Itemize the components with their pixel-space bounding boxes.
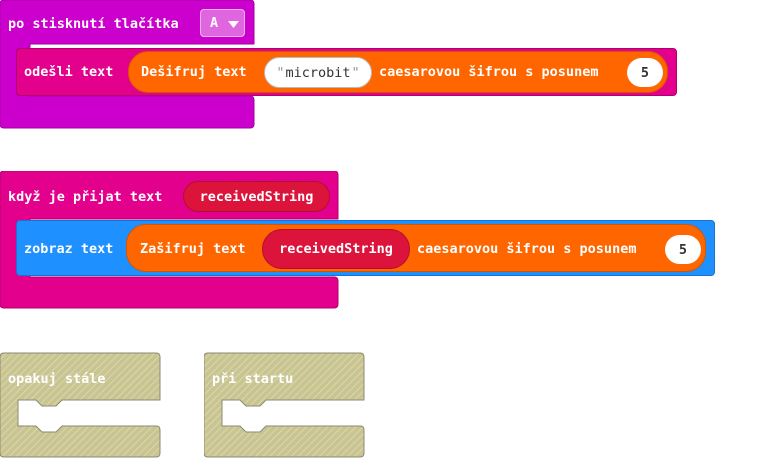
encrypt-label: Zašifruj text (140, 241, 246, 257)
received-string-variable[interactable]: receivedString (262, 229, 410, 269)
forever-label: opakuj stále (8, 371, 106, 387)
quote-close-icon: " (351, 64, 360, 81)
radio-event-label: když je přijat text (8, 189, 163, 205)
button-value: A (210, 15, 219, 31)
show-text-label: zobraz text (24, 241, 114, 257)
string-input[interactable]: " microbit " (264, 57, 372, 88)
on-start-block-shape (204, 352, 365, 458)
event-label: po stisknutí tlačítka (8, 16, 179, 32)
chevron-down-icon (228, 21, 239, 28)
send-text-label: odešli text (24, 64, 114, 80)
cipher-label: caesarovou šifrou s posunem (379, 64, 599, 80)
variable-label: receivedString (279, 241, 393, 257)
shift-number-input[interactable]: 5 (665, 235, 701, 264)
shift-number-input[interactable]: 5 (627, 58, 663, 87)
cipher-label: caesarovou šifrou s posunem (417, 241, 637, 257)
decrypt-label: Dešifruj text (141, 64, 247, 80)
received-string-param[interactable]: receivedString (183, 181, 330, 212)
param-label: receivedString (199, 188, 314, 205)
forever-block-shape (0, 352, 161, 458)
string-value: microbit (285, 64, 351, 81)
button-dropdown[interactable]: A (200, 9, 245, 37)
quote-open-icon: " (276, 64, 285, 81)
on-start-label: při startu (212, 371, 294, 387)
